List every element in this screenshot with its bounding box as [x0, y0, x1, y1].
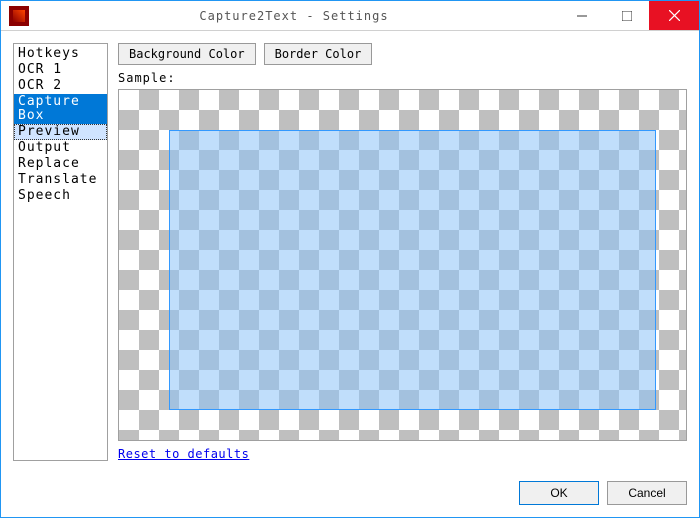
sample-area: [118, 89, 687, 441]
app-icon: [9, 6, 29, 26]
maximize-button[interactable]: [604, 1, 649, 30]
settings-window: Capture2Text - Settings HotkeysOCR 1OCR …: [0, 0, 700, 518]
sidebar-item-ocr-2[interactable]: OCR 2: [14, 78, 107, 94]
close-icon: [669, 10, 680, 21]
content-area: HotkeysOCR 1OCR 2Capture BoxPreviewOutpu…: [1, 31, 699, 473]
background-color-button[interactable]: Background Color: [118, 43, 256, 65]
close-button[interactable]: [649, 1, 699, 30]
minimize-icon: [577, 11, 587, 21]
cancel-button[interactable]: Cancel: [607, 481, 687, 505]
ok-button[interactable]: OK: [519, 481, 599, 505]
sidebar-item-ocr-1[interactable]: OCR 1: [14, 62, 107, 78]
dialog-footer: OK Cancel: [1, 473, 699, 517]
titlebar: Capture2Text - Settings: [1, 1, 699, 31]
sidebar-item-output[interactable]: Output: [14, 140, 107, 156]
sidebar-item-translate[interactable]: Translate: [14, 172, 107, 188]
border-color-button[interactable]: Border Color: [264, 43, 373, 65]
window-title: Capture2Text - Settings: [29, 9, 559, 23]
minimize-button[interactable]: [559, 1, 604, 30]
sample-label: Sample:: [118, 71, 687, 85]
top-buttons: Background Color Border Color: [118, 43, 687, 65]
sidebar-item-preview[interactable]: Preview: [14, 124, 107, 140]
main-panel: Background Color Border Color Sample: Re…: [118, 43, 687, 461]
reset-defaults-link[interactable]: Reset to defaults: [118, 447, 687, 461]
window-controls: [559, 1, 699, 30]
sidebar-item-hotkeys[interactable]: Hotkeys: [14, 46, 107, 62]
maximize-icon: [622, 11, 632, 21]
category-list[interactable]: HotkeysOCR 1OCR 2Capture BoxPreviewOutpu…: [13, 43, 108, 461]
sidebar-item-speech[interactable]: Speech: [14, 188, 107, 204]
sidebar-item-replace[interactable]: Replace: [14, 156, 107, 172]
capture-box-preview: [169, 130, 656, 410]
sidebar-item-capture-box[interactable]: Capture Box: [14, 94, 107, 124]
